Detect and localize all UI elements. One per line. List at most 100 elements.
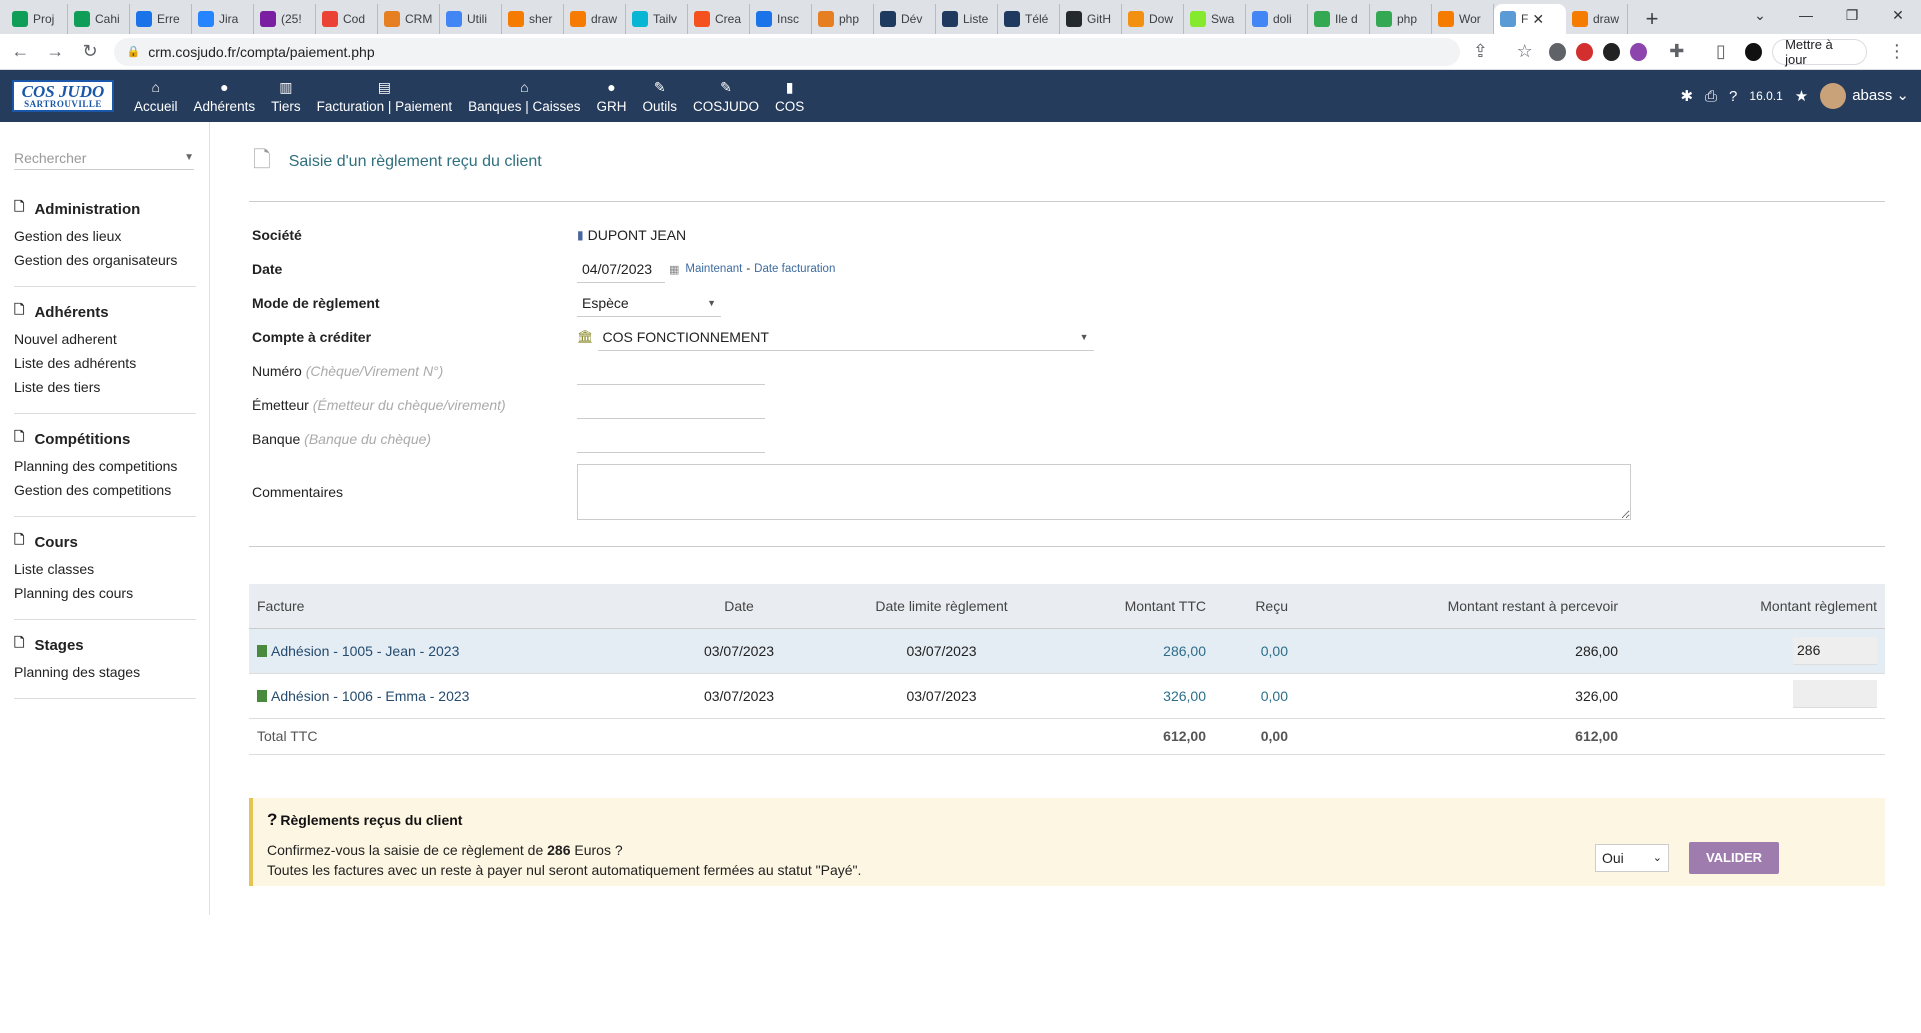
tab-favicon-icon [570,11,586,27]
montant-ttc-link[interactable]: 326,00 [1163,688,1206,704]
browser-tab[interactable]: php [1370,4,1432,34]
help-icon[interactable]: ? [1729,88,1737,105]
sidebar-section-title[interactable]: 🗋 Cours [14,531,196,553]
bookmarks-star-icon[interactable]: ★ [1795,87,1808,105]
montant-ttc-link[interactable]: 286,00 [1163,643,1206,659]
reload-icon[interactable]: ↻ [76,37,105,67]
nav-item-banques-caisses[interactable]: ⌂ Banques | Caisses [460,70,588,122]
new-tab-button[interactable]: + [1636,4,1668,34]
nav-item-tiers[interactable]: ▥ Tiers [263,70,309,122]
browser-tab[interactable]: (25! [254,4,316,34]
payment-mode-select[interactable]: Espèce ▼ [577,289,721,317]
browser-tab[interactable]: Erre [130,4,192,34]
browser-tab[interactable]: Swa [1184,4,1246,34]
nav-item-adh-rents[interactable]: ● Adhérents [186,70,264,122]
maximize-icon[interactable]: ❐ [1829,0,1875,30]
cos-judo-logo[interactable]: COS JUDO SARTROUVILLE [12,80,114,112]
banque-input[interactable] [577,425,765,453]
date-invoice-link[interactable]: Date facturation [754,263,835,275]
browser-tab[interactable]: Dév [874,4,936,34]
valider-button[interactable]: VALIDER [1689,841,1779,874]
nav-item-accueil[interactable]: ⌂ Accueil [126,70,186,122]
sidebar-section-title[interactable]: 🗋 Administration [14,198,196,220]
sidebar-link[interactable]: Gestion des organisateurs [14,252,196,268]
invoice-link[interactable]: Adhésion - 1005 - Jean - 2023 [271,643,459,659]
browser-tab[interactable]: Liste [936,4,998,34]
update-button[interactable]: Mettre à jour [1772,37,1867,67]
browser-tab[interactable]: draw [1566,4,1628,34]
profile-icon[interactable] [1745,42,1763,61]
sidebar-link[interactable]: Planning des stages [14,664,196,680]
browser-tab[interactable]: F ✕ [1494,4,1566,34]
browser-tab[interactable]: Proj [6,4,68,34]
browser-tab[interactable]: Dow [1122,4,1184,34]
browser-tab[interactable]: Cod [316,4,378,34]
emetteur-input[interactable] [577,391,765,419]
browser-tab[interactable]: Insc [750,4,812,34]
menu-kebab-icon[interactable]: ⋮ [1883,37,1911,67]
share-icon[interactable]: ⇪ [1466,37,1494,67]
debug-bug-icon[interactable]: ✱ [1680,87,1693,105]
nav-item-cos[interactable]: ▮ COS [767,70,812,122]
adblock-icon[interactable] [1575,42,1593,61]
back-icon[interactable]: ← [6,37,35,67]
bank-account-select[interactable]: COS FONCTIONNEMENT ▼ [597,323,1094,351]
minimize-icon[interactable]: — [1783,0,1829,30]
browser-tab[interactable]: GitH [1060,4,1122,34]
sidebar-link[interactable]: Nouvel adherent [14,331,196,347]
numero-input[interactable] [577,357,765,385]
bookmark-star-icon[interactable]: ☆ [1511,37,1539,67]
sidebar-section-title[interactable]: 🗋 Stages [14,634,196,656]
sidebar-link[interactable]: Liste des tiers [14,379,196,395]
browser-tab[interactable]: Jira [192,4,254,34]
sidebar-section-title[interactable]: 🗋 Adhérents [14,301,196,323]
extension-icon[interactable] [1629,42,1647,61]
close-tab-icon[interactable]: ✕ [1532,11,1544,28]
comments-textarea[interactable] [577,464,1631,520]
date-input[interactable]: 04/07/2023 [577,255,665,283]
browser-tab[interactable]: doli [1246,4,1308,34]
browser-tab[interactable]: Crea [688,4,750,34]
nav-item-outils[interactable]: ✎ Outils [634,70,685,122]
browser-tab[interactable]: Utili [440,4,502,34]
browser-tab[interactable]: Ile d [1308,4,1370,34]
browser-tab[interactable]: sher [502,4,564,34]
browser-tab[interactable]: Cahi [68,4,130,34]
url-field[interactable]: 🔒 crm.cosjudo.fr/compta/paiement.php [114,37,1461,66]
nav-item-grh[interactable]: ● GRH [588,70,634,122]
nav-item-facturation-paiement[interactable]: ▤ Facturation | Paiement [309,70,461,122]
print-icon[interactable]: ⎙ [1705,88,1717,105]
sidebar-link[interactable]: Planning des cours [14,585,196,601]
sidepanel-icon[interactable]: ▯ [1707,37,1735,67]
browser-tab[interactable]: Tailv [626,4,688,34]
extension-icon[interactable] [1602,42,1620,61]
extension-icon[interactable] [1548,42,1566,61]
sidebar-link[interactable]: Gestion des competitions [14,482,196,498]
browser-tab[interactable]: draw [564,4,626,34]
browser-tab[interactable]: CRM [378,4,440,34]
calendar-icon[interactable]: ▦ [669,263,679,276]
sidebar-link[interactable]: Liste classes [14,561,196,577]
payment-amount-input[interactable]: 286 [1793,636,1877,665]
recu-link[interactable]: 0,00 [1261,643,1288,659]
browser-tab[interactable]: php [812,4,874,34]
browser-tab[interactable]: Télé [998,4,1060,34]
invoice-link[interactable]: Adhésion - 1006 - Emma - 2023 [271,688,469,704]
sidebar-link[interactable]: Liste des adhérents [14,355,196,371]
date-now-link[interactable]: Maintenant [685,263,742,275]
search-select[interactable]: Rechercher ▼ [14,146,194,170]
sidebar-link[interactable]: Planning des competitions [14,458,196,474]
forward-icon[interactable]: → [41,37,70,67]
confirm-select[interactable]: Oui ⌄ [1595,843,1669,872]
societe-link[interactable]: DUPONT JEAN [588,227,687,243]
close-window-icon[interactable]: ✕ [1875,0,1921,30]
tab-list-icon[interactable]: ⌄ [1737,0,1783,30]
payment-amount-input[interactable] [1793,680,1877,708]
nav-item-cosjudo[interactable]: ✎ COSJUDO [685,70,767,122]
browser-tab[interactable]: Wor [1432,4,1494,34]
sidebar-section-title[interactable]: 🗋 Compétitions [14,428,196,450]
sidebar-link[interactable]: Gestion des lieux [14,228,196,244]
user-menu[interactable]: abass ⌄ [1820,83,1909,109]
recu-link[interactable]: 0,00 [1261,688,1288,704]
extensions-puzzle-icon[interactable]: ✚ [1663,37,1691,67]
